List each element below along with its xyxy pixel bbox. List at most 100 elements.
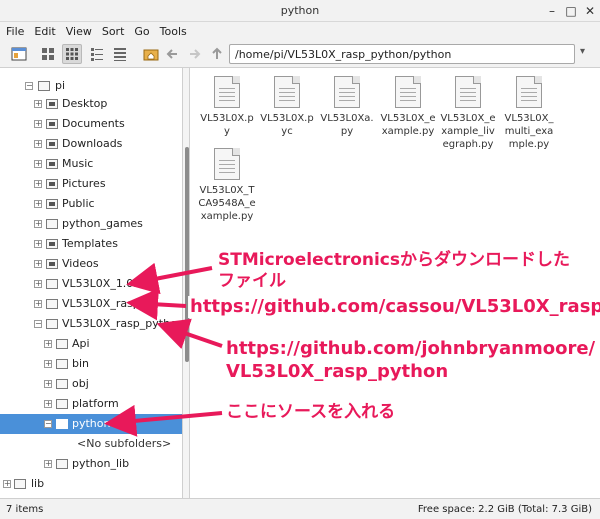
file-name: VL53L0Xa.py: [320, 113, 374, 137]
expand-icon[interactable]: +: [34, 180, 42, 188]
tree-no-subfolders: <No subfolders>: [77, 437, 172, 450]
tree-item-obj[interactable]: + obj: [0, 374, 182, 394]
tree-item-bin[interactable]: + bin: [0, 354, 182, 374]
annotation-put-source-here: ここにソースを入れる: [224, 402, 398, 423]
expand-icon[interactable]: +: [34, 220, 42, 228]
home-folder-icon[interactable]: [141, 44, 161, 64]
menu-sort[interactable]: Sort: [96, 22, 129, 38]
file-item[interactable]: VL53L0X_example.py: [379, 76, 437, 138]
expand-icon[interactable]: +: [44, 340, 52, 348]
tree-item-pi[interactable]: − pi: [0, 76, 182, 96]
folder-icon: [46, 279, 58, 289]
expand-icon[interactable]: +: [34, 260, 42, 268]
file-item[interactable]: VL53L0X.py: [198, 76, 256, 138]
tree-item-public[interactable]: + Public: [0, 194, 182, 214]
videos-folder-icon: [46, 259, 58, 269]
expand-icon[interactable]: +: [34, 200, 42, 208]
status-bar: 7 items Free space: 2.2 GiB (Total: 7.3 …: [0, 498, 600, 519]
file-name: VL53L0X_example.py: [380, 113, 436, 137]
collapse-icon[interactable]: −: [34, 320, 42, 328]
annotation-stmicro-line2: ファイル: [216, 271, 288, 292]
text-file-icon: [334, 76, 360, 108]
file-item[interactable]: VL53L0X_multi_example.py: [500, 76, 558, 151]
tree-item-api[interactable]: + Api: [0, 334, 182, 354]
templates-folder-icon: [46, 239, 58, 249]
text-file-icon: [214, 148, 240, 180]
tree-item-music[interactable]: + Music: [0, 154, 182, 174]
annotation-stmicro-line1: STMicroelectronicsからダウンロードした: [216, 250, 573, 271]
detailed-list-view-icon[interactable]: [110, 44, 130, 64]
tree-item-python-lib[interactable]: + python_lib: [0, 454, 182, 474]
maximize-icon[interactable]: □: [563, 3, 579, 19]
tree-item-videos[interactable]: + Videos: [0, 254, 182, 274]
new-window-icon[interactable]: [9, 44, 29, 64]
expand-icon[interactable]: +: [44, 380, 52, 388]
minimize-icon[interactable]: –: [544, 3, 560, 19]
folder-icon: [56, 339, 68, 349]
public-folder-icon: [46, 199, 58, 209]
tree-item-vl53l0x-rasp-python[interactable]: − VL53L0X_rasp_python: [0, 314, 182, 334]
file-item[interactable]: VL53L0X_example_livegraph.py: [439, 76, 497, 151]
compact-view-icon[interactable]: [87, 44, 107, 64]
collapse-icon[interactable]: −: [44, 420, 52, 428]
folder-icon: [56, 399, 68, 409]
expand-icon[interactable]: +: [44, 360, 52, 368]
file-name: VL53L0X_multi_example.py: [504, 113, 554, 150]
up-arrow-icon[interactable]: [207, 44, 227, 64]
thumbnail-view-icon[interactable]: [62, 44, 82, 64]
icon-view-icon[interactable]: [38, 44, 58, 64]
text-file-icon: [516, 76, 542, 108]
tree-item-python-games[interactable]: + python_games: [0, 214, 182, 234]
expand-icon[interactable]: +: [34, 160, 42, 168]
file-name: VL53L0X_TCA9548A_example.py: [198, 185, 256, 222]
tree-item-vl53l0x-rasp[interactable]: + VL53L0X_rasp: [0, 294, 182, 314]
expand-icon[interactable]: +: [34, 240, 42, 248]
tree-item-python-selected[interactable]: − python: [0, 414, 182, 434]
menu-file[interactable]: File: [0, 22, 28, 38]
tree-item-lib[interactable]: + lib: [0, 474, 182, 494]
expand-icon[interactable]: +: [44, 460, 52, 468]
expand-icon[interactable]: +: [34, 100, 42, 108]
free-space: Free space: 2.2 GiB (Total: 7.3 GiB): [417, 504, 592, 515]
file-name: VL53L0X_example_livegraph.py: [440, 113, 496, 150]
close-icon[interactable]: ✕: [582, 3, 598, 19]
text-file-icon: [395, 76, 421, 108]
expand-icon[interactable]: +: [34, 120, 42, 128]
directory-tree: − pi + Desktop + Documents + Downloads +…: [0, 68, 183, 498]
path-input[interactable]: /home/pi/VL53L0X_rasp_python/python: [229, 44, 575, 64]
folder-icon: [56, 419, 68, 429]
annotation-johnbryanmoore-line1: https://github.com/johnbryanmoore/: [224, 338, 598, 360]
annotation-johnbryanmoore-line2: VL53L0X_rasp_python: [224, 361, 451, 383]
expand-icon[interactable]: +: [3, 480, 11, 488]
file-item[interactable]: VL53L0Xa.py: [318, 76, 376, 138]
expand-icon[interactable]: +: [34, 280, 42, 288]
tree-item-pictures[interactable]: + Pictures: [0, 174, 182, 194]
tree-item-downloads[interactable]: + Downloads: [0, 134, 182, 154]
text-file-icon: [274, 76, 300, 108]
file-item[interactable]: VL53L0X_TCA9548A_example.py: [198, 148, 256, 223]
back-arrow-icon[interactable]: [163, 44, 183, 64]
sidebar-scrollbar-thumb[interactable]: [185, 147, 189, 362]
annotation-cassou-link: https://github.com/cassou/VL53L0X_rasp: [188, 296, 600, 318]
folder-icon: [14, 479, 26, 489]
forward-arrow-icon[interactable]: [185, 44, 205, 64]
file-item[interactable]: VL53L0X.pyc: [258, 76, 316, 138]
tree-item-documents[interactable]: + Documents: [0, 114, 182, 134]
menu-view[interactable]: View: [60, 22, 96, 38]
folder-icon: [46, 319, 58, 329]
tree-item-platform[interactable]: + platform: [0, 394, 182, 414]
tree-item-vl53l0x-1-0-2[interactable]: + VL53L0X_1.0.2: [0, 274, 182, 294]
menu-bar: File Edit View Sort Go Tools: [0, 22, 600, 41]
expand-icon[interactable]: +: [34, 140, 42, 148]
menu-go[interactable]: Go: [128, 22, 153, 38]
folder-icon: [38, 81, 50, 91]
path-dropdown-icon[interactable]: ▾: [580, 46, 594, 60]
menu-edit[interactable]: Edit: [28, 22, 59, 38]
tree-item-desktop[interactable]: + Desktop: [0, 94, 182, 114]
toolbar: /home/pi/VL53L0X_rasp_python/python ▾: [0, 41, 600, 68]
collapse-icon[interactable]: −: [25, 82, 33, 90]
tree-item-templates[interactable]: + Templates: [0, 234, 182, 254]
menu-tools[interactable]: Tools: [154, 22, 191, 38]
expand-icon[interactable]: +: [34, 300, 42, 308]
expand-icon[interactable]: +: [44, 400, 52, 408]
